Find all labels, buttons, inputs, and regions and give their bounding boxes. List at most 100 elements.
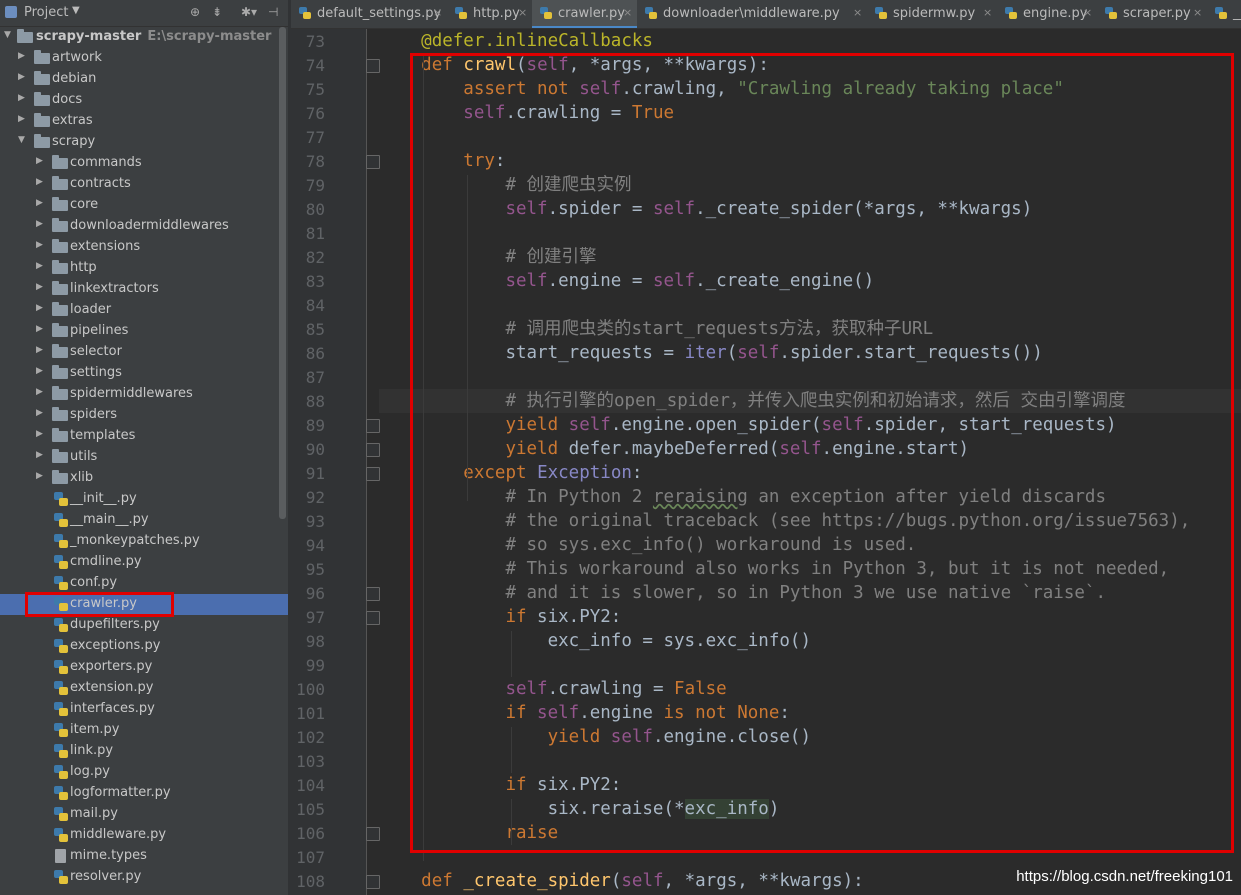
tree-folder[interactable]: ▶ spiders bbox=[0, 405, 288, 426]
tree-file[interactable]: __init__.py bbox=[0, 489, 288, 510]
close-icon[interactable]: × bbox=[433, 6, 442, 19]
tree-folder[interactable]: ▶ docs bbox=[0, 90, 288, 111]
tree-file[interactable]: _monkeypatches.py bbox=[0, 531, 288, 552]
tree-file[interactable]: conf.py bbox=[0, 573, 288, 594]
python-file-icon bbox=[455, 7, 467, 19]
tree-item-label: cmdline.py bbox=[70, 554, 142, 569]
tree-file[interactable]: item.py bbox=[0, 720, 288, 741]
chevron-right-icon[interactable]: ▶ bbox=[36, 261, 43, 271]
locate-icon[interactable]: ⊕ bbox=[190, 5, 200, 19]
tree-file[interactable]: middleware.py bbox=[0, 825, 288, 846]
editor-tab[interactable]: scraper.py × bbox=[1097, 0, 1207, 28]
tree-file[interactable]: extension.py bbox=[0, 678, 288, 699]
tree-folder[interactable]: ▶ extensions bbox=[0, 237, 288, 258]
tree-folder[interactable]: ▶ spidermiddlewares bbox=[0, 384, 288, 405]
tree-file[interactable]: resolver.py bbox=[0, 867, 288, 888]
chevron-right-icon[interactable]: ▶ bbox=[18, 114, 25, 124]
chevron-right-icon[interactable]: ▶ bbox=[36, 366, 43, 376]
tree-file[interactable]: dupefilters.py bbox=[0, 615, 288, 636]
line-number: 102 bbox=[296, 728, 325, 747]
chevron-right-icon[interactable]: ▶ bbox=[18, 72, 25, 82]
tree-root[interactable]: ▼ scrapy-master E:\scrapy-master bbox=[0, 27, 288, 48]
tree-folder[interactable]: ▶ templates bbox=[0, 426, 288, 447]
fold-marker-icon[interactable] bbox=[366, 467, 380, 481]
fold-marker-icon[interactable] bbox=[366, 611, 380, 625]
chevron-right-icon[interactable]: ▶ bbox=[36, 198, 43, 208]
tree-file[interactable]: log.py bbox=[0, 762, 288, 783]
tree-folder[interactable]: ▶ utils bbox=[0, 447, 288, 468]
tree-folder[interactable]: ▶ selector bbox=[0, 342, 288, 363]
chevron-right-icon[interactable]: ▶ bbox=[36, 282, 43, 292]
tree-file[interactable]: mail.py bbox=[0, 804, 288, 825]
fold-marker-icon[interactable] bbox=[366, 587, 380, 601]
close-icon[interactable]: × bbox=[623, 6, 632, 19]
chevron-right-icon[interactable]: ▶ bbox=[18, 93, 25, 103]
editor-tab[interactable]: engine.py × bbox=[997, 0, 1097, 28]
chevron-right-icon[interactable]: ▶ bbox=[36, 219, 43, 229]
folder-icon bbox=[52, 155, 68, 169]
tree-item-label: settings bbox=[70, 365, 122, 380]
collapse-all-icon[interactable]: ⇟ bbox=[212, 5, 222, 19]
tree-file[interactable]: interfaces.py bbox=[0, 699, 288, 720]
tree-file[interactable]: mime.types bbox=[0, 846, 288, 867]
editor-tab[interactable]: spidermw.py × bbox=[867, 0, 997, 28]
tree-folder[interactable]: ▶ pipelines bbox=[0, 321, 288, 342]
chevron-right-icon[interactable]: ▶ bbox=[36, 156, 43, 166]
fold-marker-icon[interactable] bbox=[366, 419, 380, 433]
tab-label: http.py bbox=[473, 6, 520, 21]
gear-icon[interactable]: ✱▾ bbox=[241, 5, 257, 19]
tree-folder[interactable]: ▼ scrapy bbox=[0, 132, 288, 153]
editor-tab[interactable]: __i bbox=[1207, 0, 1241, 28]
tree-folder[interactable]: ▶ http bbox=[0, 258, 288, 279]
chevron-right-icon[interactable]: ▶ bbox=[36, 450, 43, 460]
tree-file[interactable]: exporters.py bbox=[0, 657, 288, 678]
close-icon[interactable]: × bbox=[853, 6, 862, 19]
tree-folder[interactable]: ▶ extras bbox=[0, 111, 288, 132]
tree-folder[interactable]: ▶ downloadermiddlewares bbox=[0, 216, 288, 237]
chevron-right-icon[interactable]: ▶ bbox=[36, 324, 43, 334]
editor-tab[interactable]: default_settings.py × bbox=[291, 0, 447, 28]
chevron-right-icon[interactable]: ▶ bbox=[36, 345, 43, 355]
fold-marker-icon[interactable] bbox=[366, 875, 380, 889]
tree-folder[interactable]: ▶ debian bbox=[0, 69, 288, 90]
close-icon[interactable]: × bbox=[1193, 6, 1202, 19]
tree-folder[interactable]: ▶ linkextractors bbox=[0, 279, 288, 300]
fold-marker-icon[interactable] bbox=[366, 59, 380, 73]
chevron-right-icon[interactable]: ▶ bbox=[36, 240, 43, 250]
chevron-right-icon[interactable]: ▶ bbox=[18, 51, 25, 61]
chevron-down-icon[interactable]: ▼ bbox=[72, 5, 80, 16]
chevron-right-icon[interactable]: ▶ bbox=[36, 177, 43, 187]
chevron-down-icon[interactable]: ▼ bbox=[18, 135, 25, 145]
tree-file[interactable]: logformatter.py bbox=[0, 783, 288, 804]
close-icon[interactable]: × bbox=[983, 6, 992, 19]
editor-tab[interactable]: http.py × bbox=[447, 0, 532, 28]
chevron-right-icon[interactable]: ▶ bbox=[36, 471, 43, 481]
tree-file[interactable]: exceptions.py bbox=[0, 636, 288, 657]
hide-panel-icon[interactable]: ⊣ bbox=[268, 5, 278, 19]
close-icon[interactable]: × bbox=[518, 6, 527, 19]
fold-marker-icon[interactable] bbox=[366, 443, 380, 457]
tree-folder[interactable]: ▶ xlib bbox=[0, 468, 288, 489]
close-icon[interactable]: × bbox=[1083, 6, 1092, 19]
tree-folder[interactable]: ▶ commands bbox=[0, 153, 288, 174]
tree-folder[interactable]: ▶ settings bbox=[0, 363, 288, 384]
chevron-down-icon[interactable]: ▼ bbox=[4, 30, 11, 40]
project-scrollbar[interactable] bbox=[279, 27, 286, 519]
tree-file[interactable]: link.py bbox=[0, 741, 288, 762]
chevron-right-icon[interactable]: ▶ bbox=[36, 387, 43, 397]
editor-tab[interactable]: crawler.py × bbox=[532, 0, 637, 28]
tree-folder[interactable]: ▶ contracts bbox=[0, 174, 288, 195]
fold-marker-icon[interactable] bbox=[366, 827, 380, 841]
tree-file[interactable]: __main__.py bbox=[0, 510, 288, 531]
folder-icon bbox=[52, 470, 68, 484]
tree-folder[interactable]: ▶ artwork bbox=[0, 48, 288, 69]
chevron-right-icon[interactable]: ▶ bbox=[36, 408, 43, 418]
tree-folder[interactable]: ▶ loader bbox=[0, 300, 288, 321]
tree-folder[interactable]: ▶ core bbox=[0, 195, 288, 216]
project-view-selector[interactable]: Project bbox=[24, 5, 68, 20]
fold-marker-icon[interactable] bbox=[366, 155, 380, 169]
chevron-right-icon[interactable]: ▶ bbox=[36, 429, 43, 439]
chevron-right-icon[interactable]: ▶ bbox=[36, 303, 43, 313]
editor-tab[interactable]: downloader\middleware.py × bbox=[637, 0, 867, 28]
tree-file[interactable]: cmdline.py bbox=[0, 552, 288, 573]
